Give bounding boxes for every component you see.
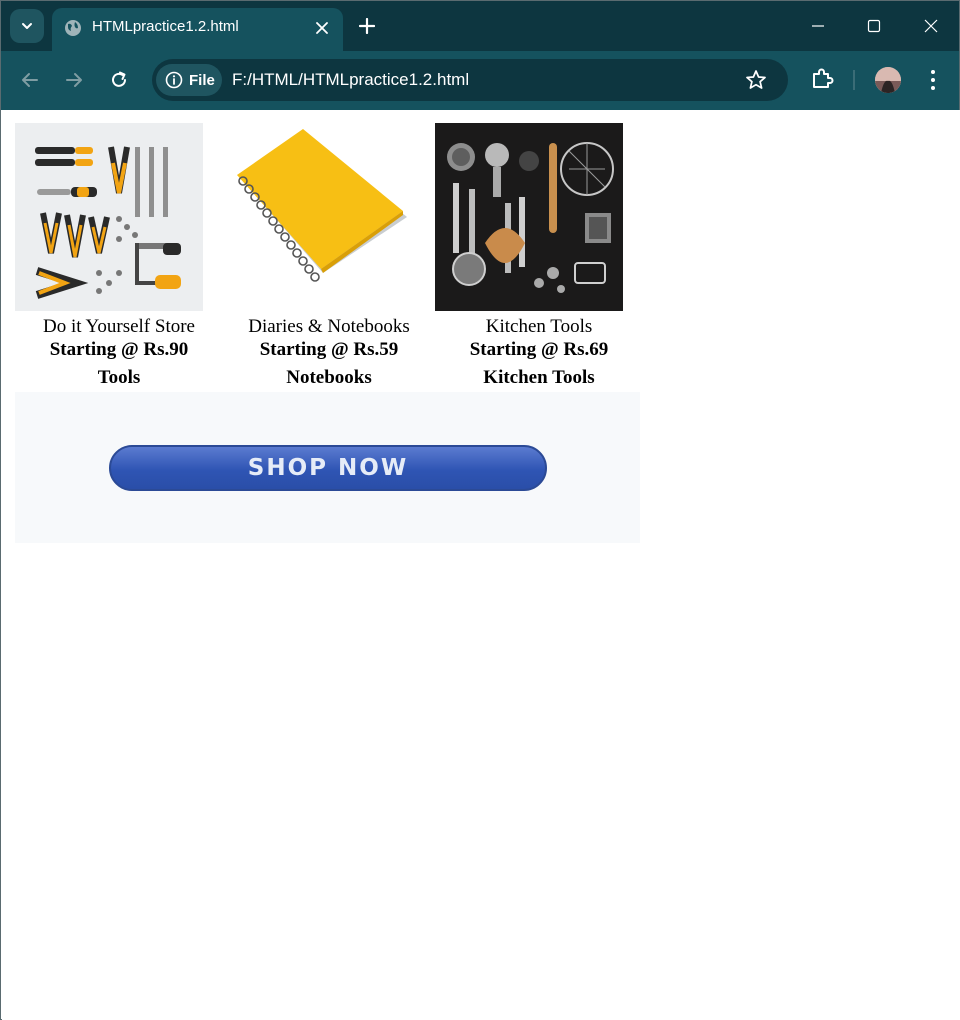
product-price: Starting @ Rs.69 bbox=[469, 339, 609, 360]
arrow-right-icon bbox=[66, 73, 82, 87]
url-text[interactable]: F:/HTML/HTMLpractice1.2.html bbox=[232, 70, 469, 90]
active-tab[interactable]: HTMLpractice1.2.html bbox=[52, 8, 343, 51]
close-icon bbox=[924, 19, 938, 33]
kitchen-tools-image[interactable] bbox=[435, 123, 623, 311]
star-icon[interactable] bbox=[744, 68, 768, 92]
avatar[interactable] bbox=[875, 67, 901, 93]
browser-toolbar: File F:/HTML/HTMLpractice1.2.html bbox=[1, 51, 959, 110]
plus-icon bbox=[359, 18, 375, 34]
product-name: Kitchen Tools bbox=[485, 316, 593, 337]
profile-picture-icon bbox=[875, 67, 901, 93]
globe-icon bbox=[65, 20, 81, 36]
close-window-button[interactable] bbox=[911, 7, 951, 45]
maximize-icon bbox=[867, 19, 881, 33]
site-info-label: File bbox=[189, 71, 215, 89]
reload-button[interactable] bbox=[104, 65, 134, 95]
close-icon bbox=[316, 22, 328, 34]
shop-now-banner[interactable]: SHOP NOW bbox=[15, 392, 640, 543]
minimize-icon bbox=[812, 25, 824, 27]
browser-window: HTMLpractice1.2.html File F:/HTML/HTMLpr… bbox=[0, 0, 960, 1020]
page-content: Do it Yourself Store Starting @ Rs.90 To… bbox=[2, 110, 960, 1020]
chevron-down-icon bbox=[22, 23, 32, 29]
notebook-image[interactable] bbox=[225, 123, 413, 311]
tab-title: HTMLpractice1.2.html bbox=[92, 18, 239, 35]
maximize-button[interactable] bbox=[854, 7, 894, 45]
product-name: Do it Yourself Store bbox=[42, 316, 195, 337]
address-bar[interactable]: File F:/HTML/HTMLpractice1.2.html bbox=[152, 59, 788, 101]
shop-now-label: SHOP NOW bbox=[247, 455, 409, 481]
product-category: Tools bbox=[97, 367, 141, 388]
extensions-icon[interactable] bbox=[809, 66, 835, 92]
arrow-left-icon bbox=[22, 73, 38, 87]
notebook-photo-icon bbox=[225, 123, 413, 311]
toolbar-divider bbox=[853, 70, 855, 90]
kitchen-tools-photo-icon bbox=[435, 123, 623, 311]
product-price: Starting @ Rs.90 bbox=[49, 339, 189, 360]
forward-button[interactable] bbox=[59, 65, 89, 95]
minimize-button[interactable] bbox=[798, 7, 838, 45]
tab-close-button[interactable] bbox=[310, 16, 334, 40]
tab-search-button[interactable] bbox=[10, 9, 44, 43]
site-info-chip[interactable]: File bbox=[156, 64, 222, 96]
new-tab-button[interactable] bbox=[353, 12, 381, 40]
reload-icon bbox=[112, 71, 126, 87]
product-category: Kitchen Tools bbox=[483, 367, 595, 388]
shop-now-button[interactable]: SHOP NOW bbox=[109, 445, 547, 491]
product-price: Starting @ Rs.59 bbox=[259, 339, 399, 360]
product-category: Notebooks bbox=[286, 367, 372, 388]
tools-image[interactable] bbox=[15, 123, 203, 311]
more-options-icon[interactable] bbox=[921, 67, 945, 93]
info-icon bbox=[165, 71, 183, 89]
tools-photo-icon bbox=[15, 123, 203, 311]
product-name: Diaries & Notebooks bbox=[248, 316, 410, 337]
tab-strip: HTMLpractice1.2.html bbox=[1, 1, 959, 51]
back-button[interactable] bbox=[15, 65, 45, 95]
